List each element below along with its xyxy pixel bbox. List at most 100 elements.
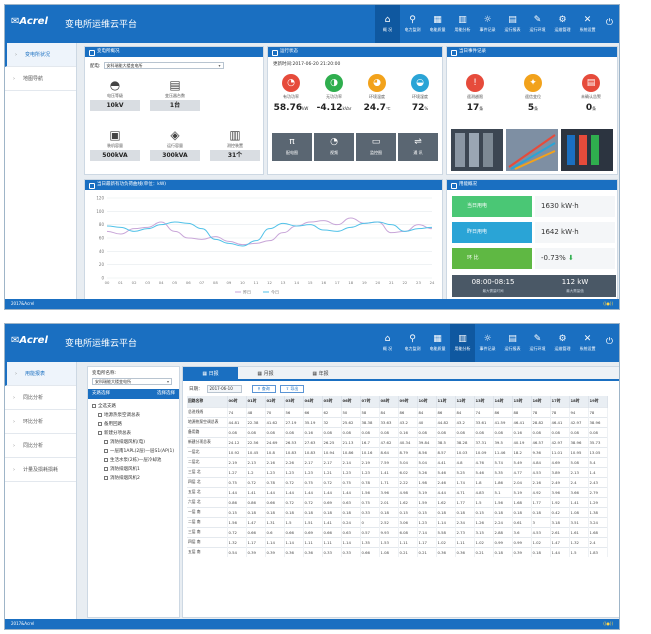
calendar-icon: ▦ bbox=[202, 371, 208, 377]
table-cell: 0.72 bbox=[322, 476, 342, 487]
table-cell: 86 bbox=[493, 406, 513, 417]
nav-item-3[interactable]: ▥ 用能分析 bbox=[450, 324, 475, 362]
table-cell: 0.61 bbox=[512, 516, 532, 527]
table-cell: 0.36 bbox=[284, 546, 304, 557]
power-icon[interactable]: ⏻ bbox=[606, 18, 613, 28]
power-icon[interactable]: ⏻ bbox=[606, 337, 613, 347]
nav-item-0[interactable]: ⌂ 概 况 bbox=[375, 5, 400, 43]
table-cell: 3 bbox=[531, 516, 551, 527]
checkbox-icon[interactable] bbox=[98, 421, 102, 426]
room-select[interactable]: 安科瑞能大楼变电所 bbox=[103, 62, 224, 69]
tile-distribution-diagram[interactable]: π 配电图 bbox=[272, 133, 312, 161]
checkbox-icon[interactable] bbox=[104, 439, 108, 444]
table-cell: 4.53 bbox=[531, 466, 551, 477]
table-cell: 0.75 bbox=[303, 476, 323, 487]
nav-item-5[interactable]: ▤ 运行报表 bbox=[500, 5, 525, 43]
table-cell: 58 bbox=[360, 406, 380, 417]
table-cell: 总进线线 bbox=[187, 406, 228, 417]
nav-item-7[interactable]: ⚙ 运维管理 bbox=[550, 5, 575, 43]
gauge-icon: ◓ bbox=[109, 78, 121, 92]
table-cell: 2.16 bbox=[265, 456, 285, 467]
checkbox-icon[interactable] bbox=[104, 448, 108, 453]
nav-item-7[interactable]: ⚙ 运维管理 bbox=[550, 324, 575, 362]
sidebar-item-metering-loss[interactable]: › 计量及损耗损耗 bbox=[5, 458, 76, 482]
panel-header: 用能概况 bbox=[447, 180, 617, 190]
tile-video[interactable]: ◔ 视频 bbox=[314, 133, 354, 161]
nav-item-5[interactable]: ▤ 运行报表 bbox=[500, 324, 525, 362]
nav-item-2[interactable]: ▦ 电能质量 bbox=[425, 324, 450, 362]
tab-yearly[interactable]: ▦ 年报 bbox=[293, 367, 348, 379]
nav-item-6[interactable]: ✎ 运行环境 bbox=[525, 324, 550, 362]
checkbox-icon[interactable] bbox=[104, 457, 108, 462]
nav-item-4[interactable]: ☼ 事件记录 bbox=[475, 324, 500, 362]
tree-node[interactable]: 消防排烟风机(电) bbox=[92, 438, 175, 447]
nav-item-1[interactable]: ⚲ 电力监测 bbox=[400, 5, 425, 43]
tree-node[interactable]: 生活水泵(2栋)—层冷却池 bbox=[92, 456, 175, 465]
tab-daily[interactable]: ▦ 日报 bbox=[183, 367, 238, 379]
nav-item-3[interactable]: ▥ 用能分析 bbox=[450, 5, 475, 43]
date-input[interactable]: 2017-06-10 bbox=[206, 384, 242, 393]
sidebar-item-compare-analysis[interactable]: › 同比分析 bbox=[5, 434, 76, 458]
room-select[interactable]: 安科瑞能大楼变电所 bbox=[92, 378, 172, 385]
nav-item-6[interactable]: ✎ 运行环境 bbox=[525, 5, 550, 43]
temperature-metric: ◕ 环境温度 24.7℃ bbox=[357, 74, 397, 113]
tile-monitor-diagram[interactable]: ▭ 监控图 bbox=[356, 133, 396, 161]
speaker-icon[interactable]: ((●)) bbox=[603, 619, 613, 629]
tab-monthly[interactable]: ▦ 月报 bbox=[238, 367, 293, 379]
export-button[interactable]: ⇪ 导出 bbox=[279, 384, 305, 393]
select-toggle[interactable]: 选择选择 bbox=[157, 389, 175, 399]
table-cell: 三层 北 bbox=[187, 466, 228, 477]
checkbox-icon[interactable] bbox=[104, 466, 108, 471]
checkbox-icon[interactable] bbox=[98, 412, 102, 417]
tile-communication[interactable]: ⇌ 通 讯 bbox=[398, 133, 438, 161]
sidebar-item-energy-report[interactable]: › 用能报表 bbox=[5, 362, 76, 386]
top-header: ✉Acrel 变电所运维云平台 ⌂ 概 况 ⚲ 电力监测 ▦ 电能质量 ▥ 用能分析 ☼ 事件记录… bbox=[5, 5, 619, 43]
table-cell: 10.83 bbox=[303, 446, 323, 457]
nav-item-2[interactable]: ▦ 电能质量 bbox=[425, 5, 450, 43]
nav-item-8[interactable]: ✕ 系统设置 bbox=[575, 5, 600, 43]
sidebar-item-map-navigation[interactable]: › 地图导航 bbox=[5, 67, 76, 91]
signal-change-event[interactable]: ✦ 遥信变位 5条 bbox=[513, 74, 553, 113]
tree-node[interactable]: 备用回路 bbox=[92, 420, 175, 429]
table-cell: 1.11 bbox=[322, 536, 342, 547]
table-cell: 2.19 bbox=[360, 456, 380, 467]
table-cell: 0.75 bbox=[227, 476, 247, 487]
table-cell: 1.23 bbox=[265, 466, 285, 477]
table-row: 总进线线 74 48 70 56 66 62 50 58 84 86 84 86 84 74 86 88 78 78… bbox=[187, 406, 608, 417]
nav-item-1[interactable]: ⚲ 电力监测 bbox=[400, 324, 425, 362]
table-cell: 1.14 bbox=[436, 516, 456, 527]
table-cell: 0.69 bbox=[303, 526, 323, 537]
table-cell: 24.69 bbox=[265, 436, 285, 447]
nav-item-8[interactable]: ✕ 系统设置 bbox=[575, 324, 600, 362]
limit-exceed-event[interactable]: ! 遥测越限 17条 bbox=[455, 74, 495, 113]
tree-node[interactable]: 消防排烟风机1 bbox=[92, 465, 175, 474]
nav-icon: ☼ bbox=[483, 333, 492, 344]
tree-node[interactable]: 消防排烟风机2 bbox=[92, 474, 175, 483]
x-tick-label: 11 bbox=[254, 280, 259, 285]
tree-node[interactable]: 一层南1APL(2层)—层S1(AP(1) bbox=[92, 447, 175, 456]
speaker-icon[interactable]: ((●)) bbox=[603, 299, 613, 309]
sidebar-item-yoy-analysis[interactable]: › 同比分析 bbox=[5, 386, 76, 410]
tree-node[interactable]: 新建分项总表 bbox=[92, 429, 175, 438]
branch-tree-panel: 变电所名称: 安科瑞能大楼变电所 支路选择选择选择 全选支路地源热泵空调总表备用… bbox=[87, 366, 180, 618]
gauge-icon: ◑ bbox=[325, 74, 343, 92]
table-cell: 88 bbox=[512, 406, 532, 417]
table-cell: 10.03 bbox=[455, 446, 475, 457]
checkbox-icon[interactable] bbox=[98, 430, 102, 435]
nav-item-4[interactable]: ☼ 事件记录 bbox=[475, 5, 500, 43]
table-cell: 0.99 bbox=[512, 536, 532, 547]
tree-node[interactable]: 地源热泵空调总表 bbox=[92, 411, 175, 420]
query-button[interactable]: ⚲ 查询 bbox=[251, 384, 276, 393]
table-cell: 44.82 bbox=[436, 416, 456, 427]
table-row: 二层北 2.19 2.13 2.16 2.26 2.17 2.17 2.14 2.19 7.59 5… bbox=[187, 456, 608, 467]
column-header: 06时 bbox=[341, 396, 361, 407]
column-header: 01时 bbox=[246, 396, 266, 407]
unconfirmed-alarm-event[interactable]: ▤ 未确认告警 0条 bbox=[571, 74, 611, 113]
tree-node[interactable]: 全选支路 bbox=[92, 402, 175, 411]
sidebar-item-substation-status[interactable]: › 变电所状况 bbox=[5, 43, 76, 67]
x-tick-label: 06 bbox=[186, 280, 191, 285]
sidebar-item-mom-analysis[interactable]: › 环比分析 bbox=[5, 410, 76, 434]
checkbox-icon[interactable] bbox=[104, 475, 108, 480]
checkbox-icon[interactable] bbox=[92, 403, 96, 408]
nav-item-0[interactable]: ⌂ 概 况 bbox=[375, 324, 400, 362]
